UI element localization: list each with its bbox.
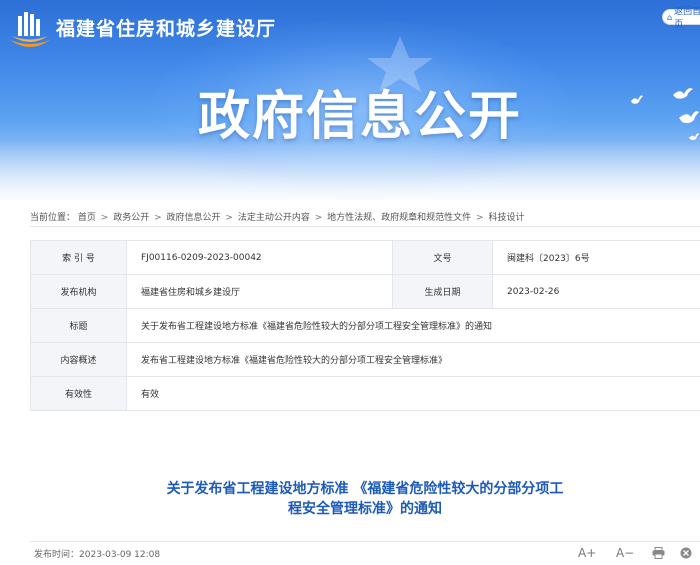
document-number-label: 文号: [392, 240, 493, 275]
breadcrumb-divider: [30, 226, 700, 227]
header-banner: 福建省住房和城乡建设厅 ⌂ 返回首页 政府信息公开: [0, 0, 700, 200]
table-row: 内容概述 发布省工程建设地方标准《福建省危险性较大的分部分项工程安全管理标准》: [30, 342, 700, 377]
breadcrumb-separator: >: [476, 213, 484, 223]
summary-value: 发布省工程建设地方标准《福建省危险性较大的分部分项工程安全管理标准》: [126, 342, 700, 377]
back-home-button[interactable]: ⌂ 返回首页: [662, 7, 700, 30]
breadcrumb-prefix: 当前位置：: [30, 213, 76, 223]
breadcrumb-separator: >: [100, 213, 109, 223]
breadcrumb: 当前位置： 首页 > 政务公开 > 政府信息公开 > 法定主动公开内容 > 地方…: [30, 210, 524, 223]
home-icon: ⌂: [667, 12, 673, 22]
table-row: 发布机构 福建省住房和城乡建设厅 生成日期 2023-02-26: [30, 274, 700, 309]
article-divider: [30, 541, 700, 542]
font-decrease-label: A−: [616, 546, 635, 560]
article-title-line: 程安全管理标准》的通知: [288, 501, 442, 517]
dove-icon: [631, 95, 643, 104]
building-logo-icon: [10, 12, 50, 47]
banner-title: 政府信息公开: [197, 87, 522, 147]
validity-label: 有效性: [30, 376, 127, 411]
breadcrumb-item-home[interactable]: 首页: [78, 213, 96, 223]
breadcrumb-item-info-disclosure[interactable]: 政府信息公开: [167, 213, 221, 223]
document-meta-table: 索 引 号 FJ00116-0209-2023-00042 文号 闽建科〔202…: [30, 240, 700, 411]
table-row: 有效性 有效: [30, 376, 700, 411]
breadcrumb-item-regulations[interactable]: 地方性法规、政府规章和规范性文件: [327, 213, 471, 223]
print-icon: [652, 547, 665, 559]
title-value: 关于发布省工程建设地方标准《福建省危险性较大的分部分项工程安全管理标准》的通知: [126, 308, 700, 343]
publisher-value: 福建省住房和城乡建设厅: [126, 274, 393, 309]
breadcrumb-separator: >: [225, 213, 233, 223]
article-title: 关于发布省工程建设地方标准 《福建省危险性较大的分部分项工 程安全管理标准》的通…: [110, 479, 620, 519]
banner-mist: [0, 140, 700, 200]
close-button[interactable]: [680, 545, 692, 561]
breadcrumb-separator: >: [314, 213, 323, 223]
font-increase-label: A+: [578, 546, 597, 560]
site-title: 福建省住房和城乡建设厅: [56, 18, 277, 40]
back-home-label: 返回首页: [674, 7, 700, 30]
breadcrumb-item-tech-design[interactable]: 科技设计: [488, 213, 524, 223]
dove-icon: [689, 133, 699, 140]
breadcrumb-item-statutory[interactable]: 法定主动公开内容: [238, 213, 310, 223]
breadcrumb-separator: >: [154, 213, 162, 223]
publish-time-label: 发布时间：: [34, 550, 80, 560]
title-label: 标题: [30, 308, 127, 343]
table-row: 索 引 号 FJ00116-0209-2023-00042 文号 闽建科〔202…: [30, 240, 700, 275]
breadcrumb-item-affairs[interactable]: 政务公开: [113, 213, 149, 223]
publish-time-value: 2023-03-09 12:08: [79, 550, 161, 560]
publish-time: 发布时间：2023-03-09 12:08: [34, 547, 160, 560]
dove-icon: [673, 88, 693, 99]
index-number-label: 索 引 号: [30, 240, 127, 275]
publisher-label: 发布机构: [30, 274, 127, 309]
article-title-line: 关于发布省工程建设地方标准 《福建省危险性较大的分部分项工: [166, 481, 564, 497]
document-number-value: 闽建科〔2023〕6号: [492, 240, 700, 275]
print-button[interactable]: [652, 545, 665, 561]
close-icon: [680, 547, 692, 559]
dove-icon: [679, 111, 699, 124]
validity-value: 有效: [126, 376, 700, 411]
table-row: 标题 关于发布省工程建设地方标准《福建省危险性较大的分部分项工程安全管理标准》的…: [30, 308, 700, 343]
summary-label: 内容概述: [30, 342, 127, 377]
generated-date-label: 生成日期: [392, 274, 493, 309]
generated-date-value: 2023-02-26: [492, 274, 700, 309]
index-number-value: FJ00116-0209-2023-00042: [126, 240, 393, 275]
font-increase-button[interactable]: A+: [578, 545, 596, 561]
font-decrease-button[interactable]: A−: [616, 545, 634, 561]
